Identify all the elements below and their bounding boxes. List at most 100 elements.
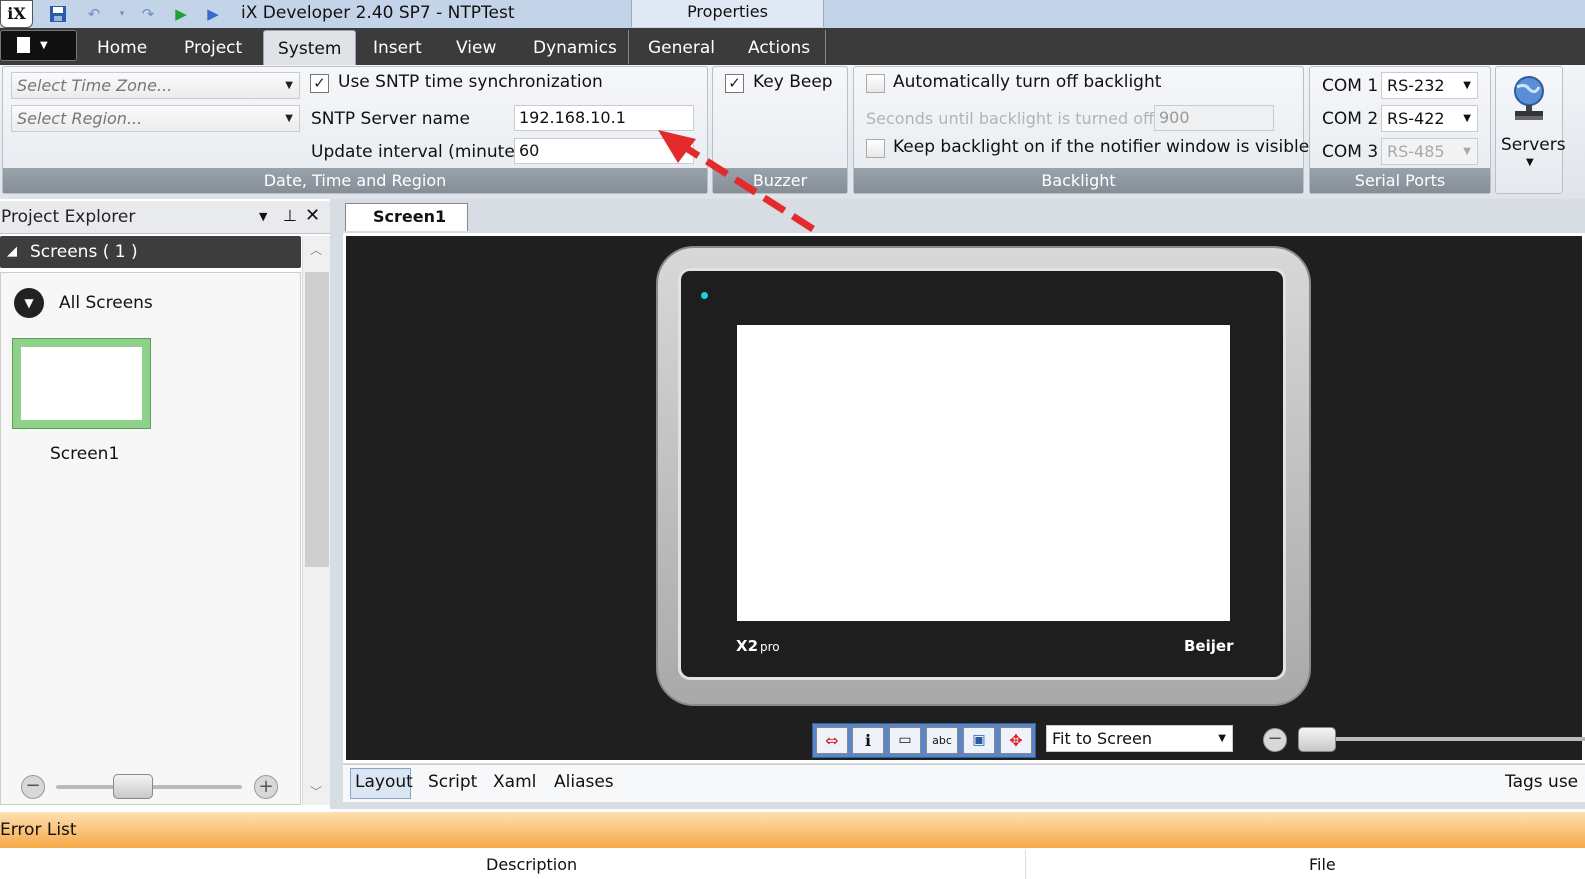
dropdown-arrow-icon: ▼ <box>285 113 293 124</box>
tags-used-label: Tags use <box>1505 772 1579 792</box>
tab-system[interactable]: System <box>263 30 357 66</box>
project-explorer-header: Project Explorer ▼ ⊥ ✕ <box>0 201 330 234</box>
com2-select[interactable]: RS-422 ▼ <box>1381 105 1478 132</box>
dropdown-arrow-icon: ▼ <box>1463 80 1471 91</box>
column-divider <box>1025 850 1026 879</box>
auto-backlight-label: Automatically turn off backlight <box>893 72 1162 92</box>
scroll-up-icon[interactable]: ︿ <box>310 241 322 258</box>
collapse-triangle-icon: ◢ <box>7 244 17 259</box>
slider-handle[interactable] <box>1298 727 1336 752</box>
tab-dynamics[interactable]: Dynamics <box>533 38 617 58</box>
undo-icon[interactable]: ↶ <box>84 4 104 24</box>
backlight-seconds-input[interactable]: 900 <box>1154 105 1274 131</box>
project-explorer-scrollbar[interactable]: ︿ ﹀ <box>302 236 330 805</box>
auto-backlight-checkbox[interactable] <box>866 74 885 93</box>
device-bezel: X2 pro Beijer <box>678 268 1286 680</box>
save-icon[interactable] <box>48 4 68 24</box>
zoom-out-icon[interactable]: − <box>21 775 45 799</box>
column-description[interactable]: Description <box>486 855 577 874</box>
window-title: iX Developer 2.40 SP7 - NTPTest <box>241 3 515 23</box>
group-label: Backlight <box>854 168 1303 193</box>
servers-button[interactable]: Servers ▼ <box>1495 66 1566 194</box>
chevron-down-icon: ▼ <box>40 40 48 51</box>
com1-value: RS-232 <box>1387 76 1445 95</box>
com3-select[interactable]: RS-485 ▼ <box>1381 138 1478 165</box>
slider-handle[interactable] <box>113 774 153 799</box>
undo-dropdown-icon[interactable]: ▾ <box>112 4 132 24</box>
zoom-mode-value: Fit to Screen <box>1052 729 1152 748</box>
key-beep-checkbox[interactable]: ✓ <box>725 74 744 93</box>
group-label: Serial Ports <box>1310 168 1490 193</box>
close-icon[interactable]: ✕ <box>305 205 320 226</box>
use-sntp-label: Use SNTP time synchronization <box>338 72 603 92</box>
document-tab-label: Screen1 <box>373 207 447 226</box>
com2-label: COM 2 <box>1322 109 1379 129</box>
tab-view[interactable]: View <box>456 38 496 58</box>
screen-canvas[interactable]: X2 pro Beijer ⇔ ℹ ▭ abc ▣ ✥ Fit to Screen… <box>343 233 1585 763</box>
info-tool-icon[interactable]: ℹ <box>852 727 884 754</box>
time-zone-select[interactable]: Select Time Zone... ▼ <box>11 72 300 99</box>
pin-icon[interactable]: ⊥ <box>283 206 297 225</box>
globe-server-icon <box>1509 75 1549 125</box>
all-screens-item[interactable]: All Screens <box>59 293 153 313</box>
com3-value: RS-485 <box>1387 142 1445 161</box>
device-model: X2 <box>736 637 759 655</box>
dropdown-arrow-icon: ▼ <box>1463 146 1471 157</box>
tab-insert[interactable]: Insert <box>373 38 422 58</box>
canvas-tool-strip: ⇔ ℹ ▭ abc ▣ ✥ <box>812 723 1036 758</box>
annotation-arrow-icon <box>658 130 815 232</box>
servers-label: Servers <box>1501 135 1566 155</box>
tab-script[interactable]: Script <box>428 772 477 792</box>
com1-select[interactable]: RS-232 ▼ <box>1381 72 1478 99</box>
project-explorer-title: Project Explorer <box>1 207 136 227</box>
update-interval-label: Update interval (minutes) <box>311 142 531 162</box>
text-tool-icon[interactable]: abc <box>926 727 958 754</box>
tab-home[interactable]: Home <box>97 38 147 58</box>
tab-layout[interactable]: Layout <box>355 772 413 792</box>
resize-tool-icon[interactable]: ⇔ <box>816 727 848 754</box>
ix-logo-icon[interactable]: iX <box>0 0 33 28</box>
device-model-suffix: pro <box>760 640 780 654</box>
error-list-title: Error List <box>0 820 77 840</box>
sntp-server-label: SNTP Server name <box>311 109 470 129</box>
run-remote-icon[interactable]: ▶ <box>203 4 223 24</box>
device-screen-area[interactable] <box>737 325 1230 621</box>
device-maker-logo: Beijer <box>1184 637 1234 655</box>
use-sntp-checkbox[interactable]: ✓ <box>310 74 329 93</box>
tab-project[interactable]: Project <box>184 38 242 58</box>
tab-general[interactable]: General <box>648 38 715 58</box>
redo-icon[interactable]: ↷ <box>138 4 158 24</box>
region-select[interactable]: Select Region... ▼ <box>11 105 300 132</box>
dropdown-arrow-icon: ▼ <box>1463 113 1471 124</box>
title-bar: iX ↶ ▾ ↷ ▶ ▶ iX Developer 2.40 SP7 - NTP… <box>0 0 1585 28</box>
chevron-down-icon[interactable]: ▼ <box>259 210 267 223</box>
file-menu-button[interactable]: ▼ <box>0 30 77 61</box>
scroll-down-icon[interactable]: ﹀ <box>310 783 322 800</box>
tab-xaml[interactable]: Xaml <box>493 772 536 792</box>
column-file[interactable]: File <box>1309 855 1336 874</box>
screen-tool-icon[interactable]: ▣ <box>963 727 995 754</box>
screen-thumbnail[interactable] <box>12 338 151 429</box>
chevron-down-icon: ▼ <box>1526 157 1534 168</box>
fit-tool-icon[interactable]: ✥ <box>1000 727 1032 754</box>
keep-backlight-checkbox[interactable] <box>866 139 885 158</box>
tab-actions[interactable]: Actions <box>748 38 810 58</box>
com1-label: COM 1 <box>1322 76 1379 96</box>
zoom-out-icon[interactable]: − <box>1263 728 1287 752</box>
zoom-in-icon[interactable]: + <box>254 775 278 799</box>
canvas-zoom-slider[interactable] <box>1301 737 1585 741</box>
screen-thumbnail-label[interactable]: Screen1 <box>50 444 119 464</box>
comment-tool-icon[interactable]: ▭ <box>889 727 921 754</box>
zoom-mode-select[interactable]: Fit to Screen ▼ <box>1046 725 1233 752</box>
expand-circle-icon[interactable]: ▼ <box>14 288 44 318</box>
run-icon[interactable]: ▶ <box>171 4 191 24</box>
time-zone-placeholder: Select Time Zone... <box>17 76 173 95</box>
region-placeholder: Select Region... <box>17 109 143 128</box>
com3-label: COM 3 <box>1322 142 1379 162</box>
project-explorer-body: ▼ All Screens Screen1 − + <box>0 272 301 805</box>
key-beep-label: Key Beep <box>753 72 833 92</box>
screens-group-header[interactable]: ◢ Screens ( 1 ) <box>0 236 301 268</box>
document-tab-screen1[interactable]: Screen1 ✕ <box>345 203 468 252</box>
tab-aliases[interactable]: Aliases <box>554 772 614 792</box>
scrollbar-thumb[interactable] <box>305 272 329 567</box>
